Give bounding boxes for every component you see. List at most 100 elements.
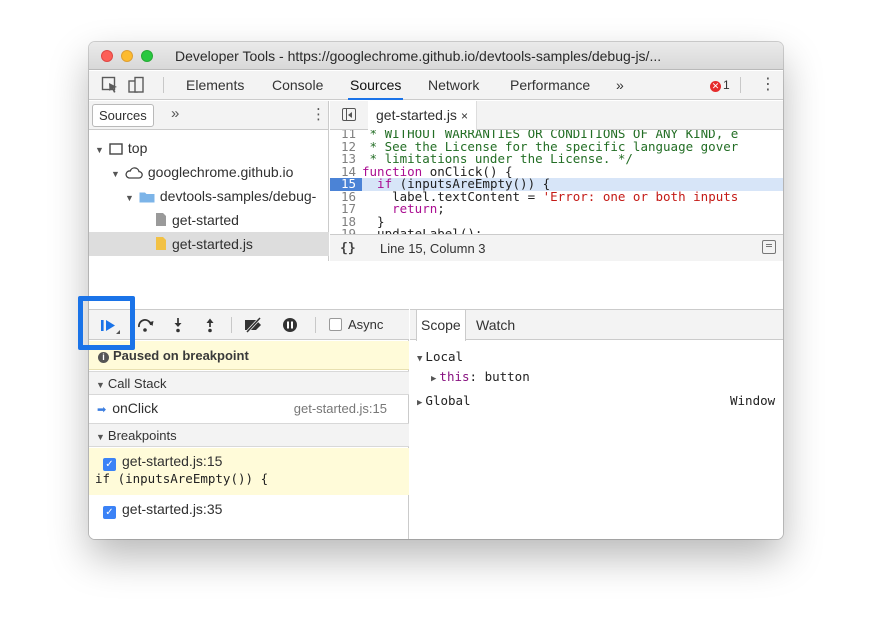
cursor-position: Line 15, Column 3 — [380, 241, 486, 256]
expand-arrow-icon: ▼ — [111, 169, 120, 179]
toolbar-divider — [740, 77, 741, 93]
breakpoint-location: get-started.js:15 — [122, 453, 223, 469]
tree-item-domain[interactable]: ▼ googlechrome.github.io — [89, 160, 329, 184]
global-value: Window — [730, 393, 776, 408]
tab-sources[interactable]: Sources — [348, 71, 404, 100]
inspect-element-icon[interactable] — [101, 76, 119, 94]
debugger-toolbar: Async — [89, 310, 409, 340]
call-stack-header[interactable]: ▼ Call Stack — [89, 371, 409, 395]
info-icon: i — [98, 352, 109, 363]
breakpoint-checkbox[interactable]: ✓ — [103, 506, 116, 519]
tab-performance[interactable]: Performance — [508, 71, 592, 100]
breakpoint-item[interactable]: ✓ get-started.js:35 — [89, 496, 409, 522]
minimize-window-button[interactable] — [121, 50, 133, 62]
debugger-sidebar: Async i Paused on breakpoint ▼ Call Stack … — [89, 309, 409, 539]
js-file-icon — [155, 234, 167, 258]
close-window-button[interactable] — [101, 50, 113, 62]
expand-arrow-icon: ▼ — [95, 145, 104, 155]
tab-console[interactable]: Console — [270, 71, 325, 100]
frame-name: onClick — [112, 400, 159, 416]
scope-this[interactable]: ▶ this: button — [431, 369, 530, 384]
tree-label: devtools-samples/debug- — [159, 188, 317, 204]
window-title: Developer Tools - https://googlechrome.g… — [175, 48, 662, 64]
breakpoint-item[interactable]: ✓ get-started.js:15 if (inputsAreEmpty())… — [89, 448, 409, 495]
scope-pane: Scope Watch ▼ Local ▶ this: button ▶ Global… — [410, 309, 783, 539]
cloud-icon — [125, 162, 143, 186]
async-label: Async — [348, 317, 384, 332]
error-count: 1 — [723, 78, 730, 92]
collapsed-arrow-icon: ▶ — [431, 374, 437, 384]
expand-arrow-icon: ▼ — [125, 193, 134, 203]
pretty-print-button[interactable]: {} — [340, 241, 356, 256]
tree-label: get-started — [172, 212, 239, 228]
tree-item-top[interactable]: ▼ top — [89, 136, 329, 160]
scope-local[interactable]: ▼ Local — [417, 349, 463, 364]
close-tab-icon[interactable]: × — [461, 109, 468, 123]
more-tabs-button[interactable]: » — [614, 71, 626, 100]
editor-footer: {} Line 15, Column 3 — [330, 234, 783, 261]
async-checkbox[interactable] — [329, 318, 342, 331]
main-toolbar: Elements Console Sources Network Perform… — [89, 71, 783, 100]
devtools-window: Developer Tools - https://googlechrome.g… — [89, 42, 783, 539]
step-out-icon[interactable] — [203, 317, 217, 333]
tree-label: get-started.js — [172, 236, 253, 252]
scope-label: Global — [425, 393, 471, 408]
code-text: ; — [437, 201, 445, 216]
editor-tab[interactable]: get-started.js × — [368, 101, 477, 130]
tree-item-get-started-js[interactable]: get-started.js — [89, 232, 329, 256]
breakpoint-code: if (inputsAreEmpty()) { — [95, 471, 269, 486]
property-value: : button — [469, 369, 530, 384]
coverage-drawer-icon[interactable] — [762, 240, 776, 254]
customize-menu-icon[interactable]: ⋮ — [760, 77, 776, 93]
tab-network[interactable]: Network — [426, 71, 481, 100]
toolbar-divider — [315, 317, 316, 333]
editor-tab-label: get-started.js — [376, 107, 457, 123]
deactivate-breakpoints-icon[interactable] — [243, 316, 265, 334]
error-counter[interactable]: ✕ 1 — [710, 78, 730, 92]
collapsed-arrow-icon: ▶ — [417, 398, 423, 408]
code-area[interactable]: 11 * WITHOUT WARRANTIES OR CONDITIONS OF… — [330, 130, 783, 234]
expand-arrow-icon: ▼ — [96, 432, 105, 442]
device-toolbar-icon[interactable] — [127, 76, 145, 94]
breakpoints-header[interactable]: ▼ Breakpoints — [89, 423, 409, 447]
zoom-window-button[interactable] — [141, 50, 153, 62]
editor-header: get-started.js × — [330, 101, 783, 130]
title-bar: Developer Tools - https://googlechrome.g… — [89, 42, 783, 70]
breakpoint-checkbox[interactable]: ✓ — [103, 458, 116, 471]
scope-label: Local — [425, 349, 464, 364]
expand-arrow-icon: ▼ — [417, 354, 423, 364]
expand-arrow-icon: ▼ — [96, 380, 105, 390]
navigator-tab-sources[interactable]: Sources — [92, 104, 154, 127]
resume-button-highlight — [78, 296, 135, 350]
scope-global[interactable]: ▶ Global — [417, 393, 471, 408]
pause-on-exceptions-icon[interactable] — [282, 317, 298, 333]
tab-elements[interactable]: Elements — [184, 71, 246, 100]
step-over-icon[interactable] — [136, 317, 156, 333]
section-title: Call Stack — [107, 376, 167, 391]
scope-tabs: Scope Watch — [410, 310, 783, 341]
code-text: updateLabel(); — [362, 226, 483, 234]
navigator-menu-icon[interactable]: ⋮ — [311, 105, 326, 123]
section-title: Breakpoints — [107, 428, 177, 443]
code-line[interactable]: 17 return; — [330, 201, 783, 216]
tree-item-folder[interactable]: ▼ devtools-samples/debug- — [89, 184, 329, 208]
tab-scope[interactable]: Scope — [416, 310, 466, 341]
frame-location[interactable]: get-started.js:15 — [294, 396, 387, 421]
file-navigator: Sources » ⋮ ▼ top ▼ googlechrome.github.… — [89, 101, 329, 261]
tab-watch[interactable]: Watch — [472, 310, 519, 340]
property-name: this — [439, 369, 470, 384]
paused-text: Paused on breakpoint — [113, 348, 249, 363]
toolbar-divider — [231, 317, 232, 333]
folder-icon — [139, 186, 155, 210]
frame-icon — [109, 138, 123, 162]
paused-banner: i Paused on breakpoint — [89, 341, 409, 370]
step-into-icon[interactable] — [171, 317, 185, 333]
toggle-navigator-icon[interactable] — [342, 108, 356, 121]
navigator-more-button[interactable]: » — [171, 105, 179, 122]
breakpoint-location: get-started.js:35 — [122, 501, 223, 517]
tree-item-get-started[interactable]: get-started — [89, 208, 329, 232]
document-icon — [155, 210, 167, 234]
navigator-header: Sources » ⋮ — [89, 101, 328, 130]
error-icon: ✕ — [710, 81, 721, 92]
call-frame-row[interactable]: ➡ onClick get-started.js:15 — [89, 396, 409, 421]
